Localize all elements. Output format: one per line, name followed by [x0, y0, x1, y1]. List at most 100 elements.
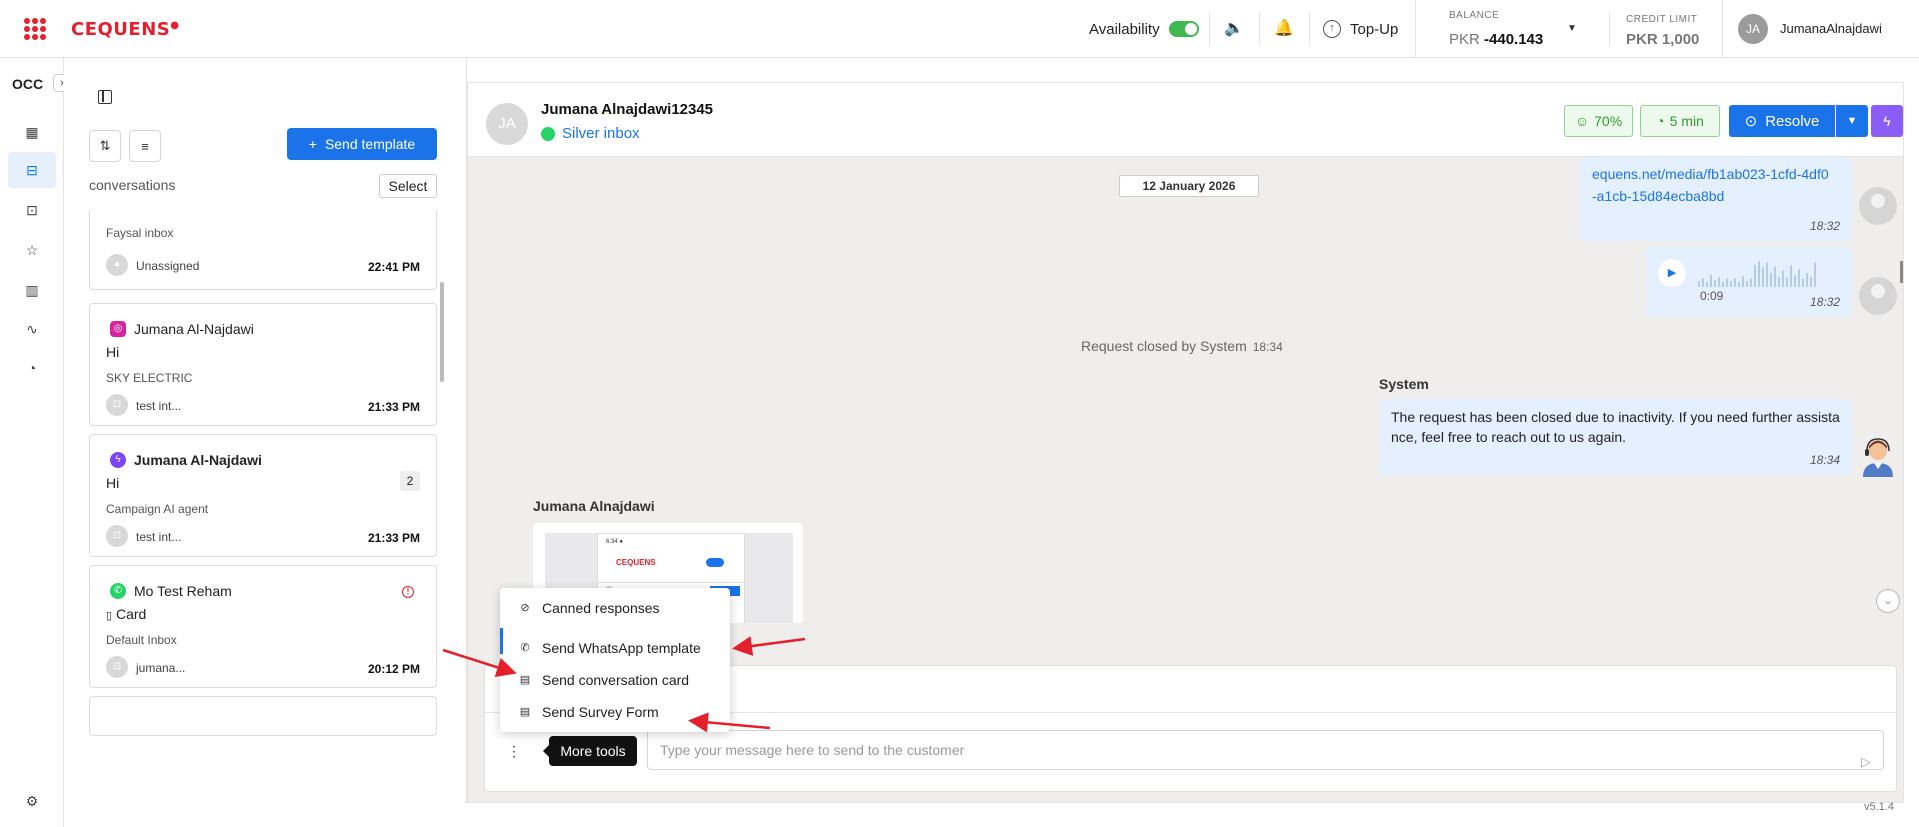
canned-responses-item[interactable]: ⊘ Canned responses [500, 592, 730, 624]
balance-value: PKR -440.143 [1449, 31, 1543, 48]
balance-currency: PKR [1449, 31, 1480, 48]
conversation-card[interactable] [89, 696, 437, 736]
top-bar: CEQUENS● Availability 🔈 🔔 ↑ Top-Up BALAN… [0, 0, 1919, 58]
whatsapp-icon [541, 127, 555, 141]
speaker-icon[interactable]: 🔈 [1223, 18, 1245, 40]
whatsapp-icon: ✆ [520, 642, 530, 654]
closed-notice-time: 18:34 [1252, 340, 1283, 354]
card-time: 22:41 PM [367, 260, 420, 274]
divider [1722, 0, 1723, 58]
unread-badge: 2 [400, 471, 420, 491]
card-file-icon: ▯ [106, 610, 113, 622]
instagram-icon: ◎ [110, 321, 126, 337]
filter-button[interactable]: ≡ [129, 130, 161, 162]
media-link[interactable]: equens.net/media/fb1ab023-1cfd-4df0-a1cb… [1592, 163, 1832, 207]
star-icon[interactable]: ☆ [8, 232, 56, 268]
bell-icon[interactable]: 🔔 [1273, 18, 1295, 40]
resolve-button[interactable]: ⊙ Resolve [1729, 105, 1835, 137]
message-input[interactable]: Type your message here to send to the cu… [647, 730, 1884, 770]
send-conversation-card-item[interactable]: ▤ Send conversation card [500, 664, 730, 696]
smile-icon: ☺ [1574, 113, 1590, 129]
closed-notice-text: Request closed by System [1081, 338, 1247, 354]
message-time: 18:32 [1809, 295, 1840, 309]
audio-waveform[interactable] [1698, 257, 1848, 287]
message-input-placeholder: Type your message here to send to the cu… [660, 742, 965, 758]
select-button[interactable]: Select [379, 174, 437, 198]
menu-item-label: Send conversation card [542, 672, 690, 688]
activity-icon[interactable]: ∿ [8, 311, 56, 347]
support-agent-avatar [1863, 438, 1893, 477]
apps-grid-icon[interactable] [24, 18, 46, 40]
workspace-title: OCC [12, 76, 44, 92]
history-icon[interactable]: ◔ [8, 350, 56, 386]
divider [1259, 12, 1260, 46]
conversation-card[interactable]: ✆ Mo Test Reham ! ▯ Card Default Inbox ⊡… [89, 565, 437, 688]
send-survey-form-item[interactable]: ▤ Send Survey Form [500, 696, 730, 728]
app-version: v5.1.4 [1864, 801, 1894, 813]
brand-logo-text: CEQUENS [71, 19, 171, 40]
user-name[interactable]: JumanaAlnajdawi [1780, 21, 1882, 36]
audio-duration: 0:09 [1700, 289, 1724, 303]
send-template-button[interactable]: + Send template [287, 128, 437, 160]
menu-item-label: Send Survey Form [542, 704, 659, 720]
card-contact-name: Jumana Al-Najdawi [134, 321, 254, 337]
send-template-label: Send template [324, 136, 416, 152]
date-separator: 12 January 2026 [1119, 175, 1259, 197]
sender-avatar [1859, 277, 1897, 315]
resolve-dropdown-button[interactable]: ▼ [1836, 105, 1868, 137]
bot-icon[interactable]: ⊡ [8, 192, 56, 228]
agent-avatar: ● [106, 254, 128, 276]
sort-button[interactable]: ⇅ [89, 130, 121, 162]
conversation-card[interactable]: ϟ Jumana Al-Najdawi Hi 2 Campaign AI age… [89, 434, 437, 557]
inbox-link[interactable]: Silver inbox [562, 125, 640, 142]
card-contact-name: Jumana Al-Najdawi [134, 452, 262, 468]
top-up-button[interactable]: Top-Up [1350, 21, 1398, 38]
menu-item-label: Send WhatsApp template [542, 640, 701, 656]
balance-label: BALANCE [1449, 10, 1500, 21]
card-agent: test int... [136, 530, 182, 544]
availability-toggle[interactable] [1169, 21, 1199, 37]
list-scrollbar[interactable] [440, 282, 444, 382]
chat-scrollbar[interactable] [1900, 261, 1903, 283]
play-icon[interactable]: ▶ [1658, 259, 1686, 287]
more-tools-button[interactable]: ⋮ [501, 738, 527, 764]
dashboard-icon[interactable]: ▦ [8, 114, 56, 150]
system-message: The request has been closed due to inact… [1379, 399, 1852, 475]
canned-response-icon: ⊘ [520, 602, 530, 614]
phone-divider [598, 582, 744, 583]
balance-amount: -440.143 [1484, 31, 1544, 48]
card-agent: jumana... [136, 661, 186, 675]
sort-icon: ⇅ [99, 138, 111, 153]
whatsapp-icon: ✆ [110, 583, 126, 599]
bolt-icon[interactable]: ϟ [1871, 105, 1903, 137]
top-up-icon[interactable]: ↑ [1323, 20, 1341, 38]
filter-icon: ≡ [141, 138, 149, 154]
balance-dropdown-icon[interactable]: ▼ [1567, 23, 1577, 34]
closed-notice: Request closed by System 18:34 [1081, 338, 1283, 354]
panel-toggle-icon[interactable] [98, 90, 112, 104]
user-avatar[interactable]: JA [1738, 14, 1768, 44]
scroll-down-icon[interactable]: ⌄ [1876, 589, 1900, 613]
chart-icon[interactable]: ▥ [8, 272, 56, 308]
conversation-card[interactable]: ◎ Jumana Al-Najdawi Hi SKY ELECTRIC ⊡ te… [89, 303, 437, 426]
message-time: 18:32 [1809, 219, 1840, 233]
brand-logo[interactable]: CEQUENS● [71, 19, 179, 40]
gear-icon[interactable]: ⚙ [8, 783, 56, 819]
bot-avatar-icon: ⊡ [106, 656, 128, 678]
satisfaction-badge: ☺ 70% [1564, 105, 1633, 137]
audio-message: ▶ 0:09 18:32 [1646, 247, 1852, 317]
card-message-text: Card [115, 606, 147, 622]
clipboard-icon: ▤ [519, 706, 531, 718]
conversations-panel: ⇅ ≡ + Send template conversations Select … [64, 58, 467, 803]
send-icon[interactable]: ▷ [1861, 743, 1871, 781]
send-whatsapp-template-item[interactable]: ✆ Send WhatsApp template [500, 632, 730, 664]
phone-status: 6:34 ● [606, 539, 623, 545]
bot-avatar-icon: ⊡ [106, 525, 128, 547]
conversation-card[interactable]: Faysal inbox ● Unassigned 22:41 PM [89, 210, 437, 290]
phone-toggle [706, 558, 724, 567]
left-nav-rail: OCC › ▦ ⊟ ⊡ ☆ ▥ ∿ ◔ ⚙ [0, 58, 71, 827]
divider [1209, 12, 1210, 46]
message-time: 18:34 [1809, 453, 1840, 467]
plus-icon: + [308, 136, 317, 152]
inbox-icon[interactable]: ⊟ [8, 152, 56, 188]
